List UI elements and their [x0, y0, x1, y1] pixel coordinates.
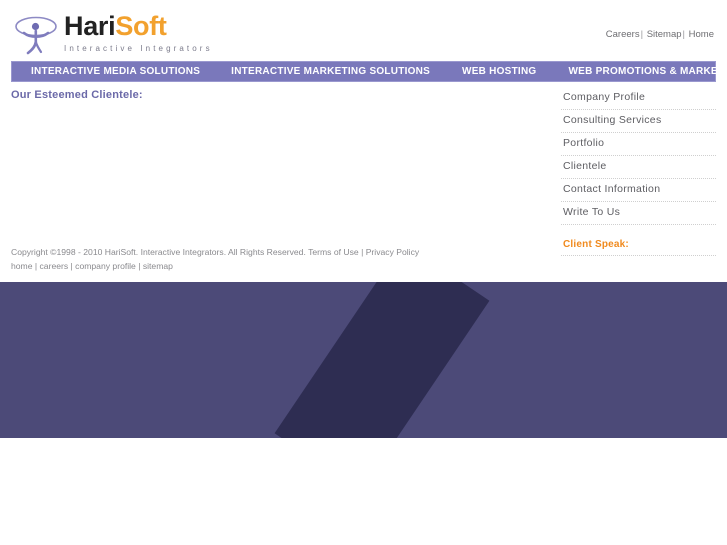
sidebar-item-portfolio[interactable]: Portfolio	[561, 133, 716, 156]
nav-item-interactive-media-solutions[interactable]: INTERACTIVE MEDIA SOLUTIONS	[31, 66, 200, 77]
top-link-separator-2: |	[682, 29, 686, 40]
content-area: Our Esteemed Clientele: Company Profile …	[0, 82, 727, 256]
top-link-home[interactable]: Home	[689, 29, 714, 40]
banner-diagonal-stripe	[274, 282, 490, 438]
top-link-separator-1: |	[640, 29, 644, 40]
logo-wordmark: HariSoft Interactive Integrators	[64, 13, 213, 53]
sidebar-item-write-to-us[interactable]: Write To Us	[561, 202, 716, 225]
bottom-banner	[0, 282, 727, 438]
footer-copyright: Copyright ©1998 - 2010 HariSoft. Interac…	[11, 247, 420, 257]
top-utility-links: Careers| Sitemap| Home	[606, 29, 714, 40]
logo-word: HariSoft	[64, 13, 213, 40]
main-content-column: Our Esteemed Clientele:	[11, 89, 541, 101]
sidebar-item-contact-information[interactable]: Contact Information	[561, 179, 716, 202]
primary-navigation: INTERACTIVE MEDIA SOLUTIONS INTERACTIVE …	[11, 61, 727, 82]
nav-item-web-promotions-marketing[interactable]: WEB PROMOTIONS & MARKETING	[568, 66, 727, 77]
person-figure-logo-icon	[15, 16, 57, 55]
top-link-careers[interactable]: Careers	[606, 29, 640, 40]
footer-links: home | careers | company profile | sitem…	[11, 260, 173, 271]
top-link-sitemap[interactable]: Sitemap	[647, 29, 682, 40]
site-header: HariSoft Interactive Integrators Careers…	[0, 0, 727, 62]
page-title: Our Esteemed Clientele:	[11, 89, 143, 101]
sidebar-item-company-profile[interactable]: Company Profile	[561, 87, 716, 110]
sidebar-item-consulting-services[interactable]: Consulting Services	[561, 110, 716, 133]
nav-item-web-hosting[interactable]: WEB HOSTING	[462, 66, 536, 77]
sidebar-item-clientele[interactable]: Clientele	[561, 156, 716, 179]
logo-word-soft: Soft	[115, 11, 167, 41]
logo-tagline: Interactive Integrators	[64, 44, 213, 53]
site-logo[interactable]: HariSoft Interactive Integrators	[14, 13, 213, 55]
site-footer: Copyright ©1998 - 2010 HariSoft. Interac…	[11, 246, 716, 272]
nav-item-interactive-marketing-solutions[interactable]: INTERACTIVE MARKETING SOLUTIONS	[231, 66, 430, 77]
logo-word-hari: Hari	[64, 11, 116, 41]
sidebar-menu: Company Profile Consulting Services Port…	[561, 87, 716, 256]
